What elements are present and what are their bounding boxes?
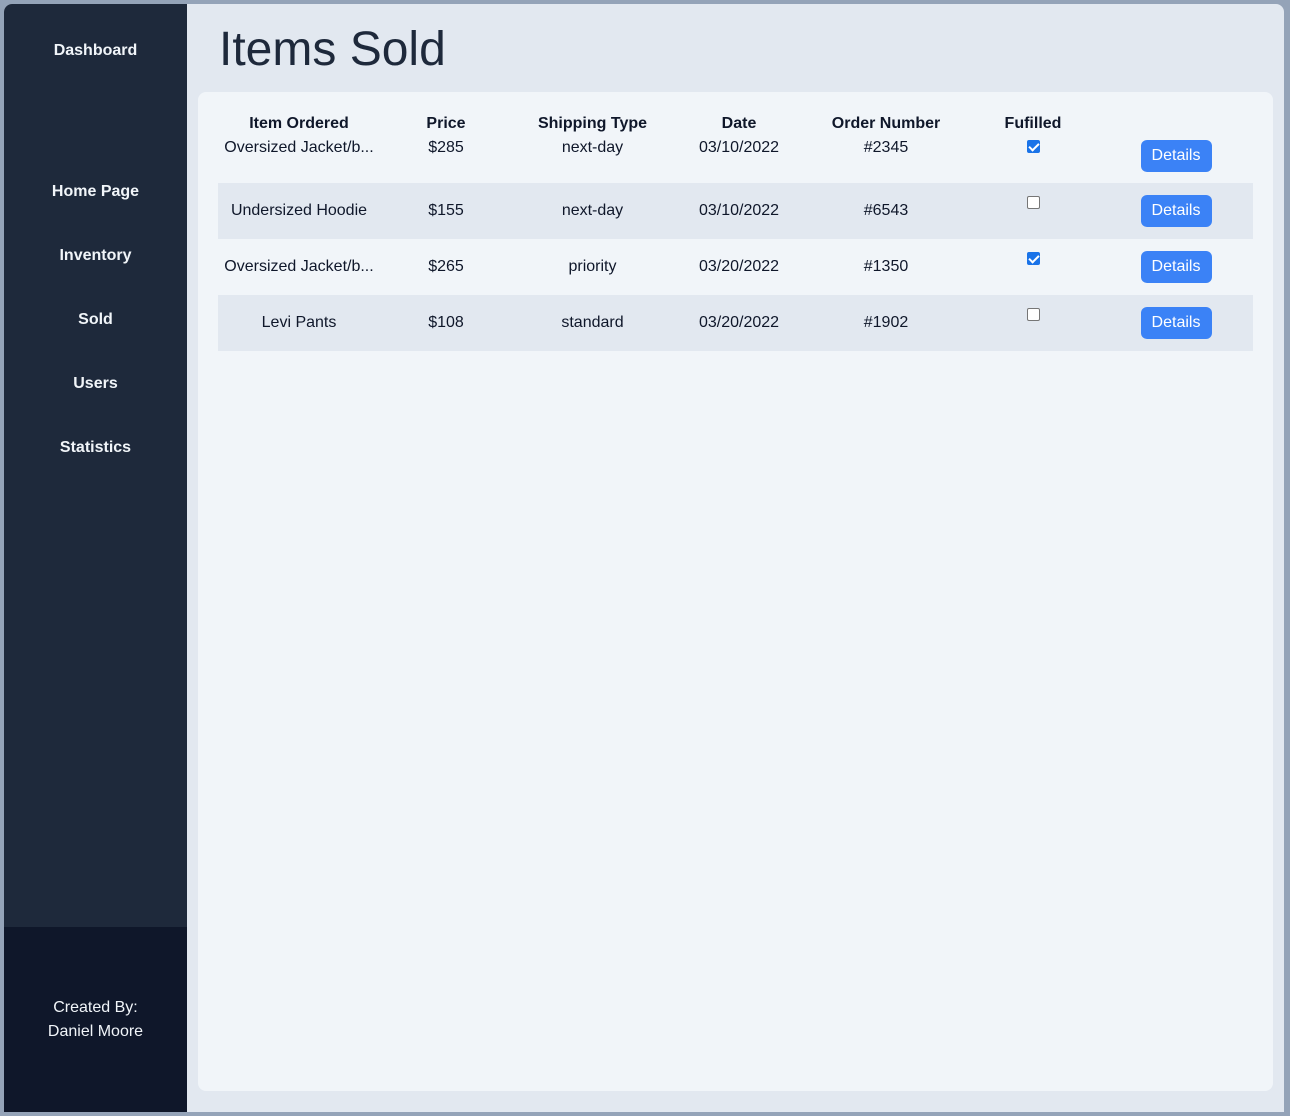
order-number-cell: #6543 xyxy=(863,202,909,219)
table-header-row: Item Ordered Price Shipping Type Date Or… xyxy=(218,112,1253,136)
actions-cell: Details xyxy=(1099,239,1253,295)
fulfilled-checkbox[interactable] xyxy=(1026,308,1040,321)
column-header-item-ordered: Item Ordered xyxy=(249,115,349,132)
shipping-type-cell: next-day xyxy=(561,139,624,156)
fulfilled-cell xyxy=(967,183,1099,239)
date-cell: 03/20/2022 xyxy=(698,314,780,331)
shipping-type-cell: standard xyxy=(561,314,624,331)
column-header-fulfilled: Fufilled xyxy=(1004,115,1062,132)
shipping-type-cell: priority xyxy=(568,258,617,275)
column-header-date: Date xyxy=(721,115,757,132)
details-button[interactable]: Details xyxy=(1140,140,1212,172)
fulfilled-cell xyxy=(967,136,1099,183)
price-cell: $155 xyxy=(428,202,464,219)
fulfilled-checkbox[interactable] xyxy=(1026,140,1040,153)
app-window: Dashboard Home Page Inventory Sold Users… xyxy=(4,4,1284,1112)
author-credit: Created By: Daniel Moore xyxy=(4,996,187,1044)
order-number-cell: #1902 xyxy=(863,314,909,331)
item-ordered-cell: Undersized Hoodie xyxy=(230,202,368,219)
table-row: Levi Pants $108 standard 03/20/2022 #190… xyxy=(218,295,1253,351)
price-cell: $265 xyxy=(428,258,464,275)
column-header-actions xyxy=(1099,112,1253,136)
price-cell: $108 xyxy=(428,314,464,331)
sidebar-footer: Created By: Daniel Moore xyxy=(4,927,187,1112)
date-cell: 03/10/2022 xyxy=(698,139,780,156)
items-sold-table: Item Ordered Price Shipping Type Date Or… xyxy=(218,112,1253,351)
item-ordered-cell: Levi Pants xyxy=(261,314,337,331)
details-button[interactable]: Details xyxy=(1140,307,1212,339)
items-sold-card: Item Ordered Price Shipping Type Date Or… xyxy=(198,92,1273,1091)
item-ordered-cell: Oversized Jacket/b... xyxy=(224,139,374,156)
order-number-cell: #2345 xyxy=(863,139,909,156)
date-cell: 03/10/2022 xyxy=(698,202,780,219)
sidebar-item-home-page[interactable]: Home Page xyxy=(4,180,187,244)
fulfilled-checkbox[interactable] xyxy=(1026,196,1040,209)
fulfilled-cell xyxy=(967,295,1099,351)
actions-cell: Details xyxy=(1099,183,1253,239)
table-row: Undersized Hoodie $155 next-day 03/10/20… xyxy=(218,183,1253,239)
shipping-type-cell: next-day xyxy=(561,202,624,219)
date-cell: 03/20/2022 xyxy=(698,258,780,275)
column-header-price: Price xyxy=(426,115,466,132)
sidebar-item-sold[interactable]: Sold xyxy=(4,308,187,372)
fulfilled-checkbox[interactable] xyxy=(1026,252,1040,265)
sidebar-item-statistics[interactable]: Statistics xyxy=(4,436,187,500)
order-number-cell: #1350 xyxy=(863,258,909,275)
details-button[interactable]: Details xyxy=(1140,195,1212,227)
sidebar-brand[interactable]: Dashboard xyxy=(4,42,187,60)
item-ordered-cell: Oversized Jacket/b... xyxy=(224,258,374,275)
column-header-order-number: Order Number xyxy=(831,115,941,132)
sidebar-item-users[interactable]: Users xyxy=(4,372,187,436)
sidebar: Dashboard Home Page Inventory Sold Users… xyxy=(4,4,187,1112)
table-row: Oversized Jacket/b... $265 priority 03/2… xyxy=(218,239,1253,295)
page-title: Items Sold xyxy=(219,23,446,76)
fulfilled-cell xyxy=(967,239,1099,295)
sidebar-nav: Home Page Inventory Sold Users Statistic… xyxy=(4,180,187,500)
actions-cell: Details xyxy=(1099,136,1253,183)
actions-cell: Details xyxy=(1099,295,1253,351)
credit-author-name: Daniel Moore xyxy=(47,1023,144,1040)
sidebar-item-inventory[interactable]: Inventory xyxy=(4,244,187,308)
column-header-shipping-type: Shipping Type xyxy=(537,115,648,132)
table-row: Oversized Jacket/b... $285 next-day 03/1… xyxy=(218,136,1253,183)
credit-label: Created By: xyxy=(53,999,138,1016)
price-cell: $285 xyxy=(428,139,464,156)
details-button[interactable]: Details xyxy=(1140,251,1212,283)
